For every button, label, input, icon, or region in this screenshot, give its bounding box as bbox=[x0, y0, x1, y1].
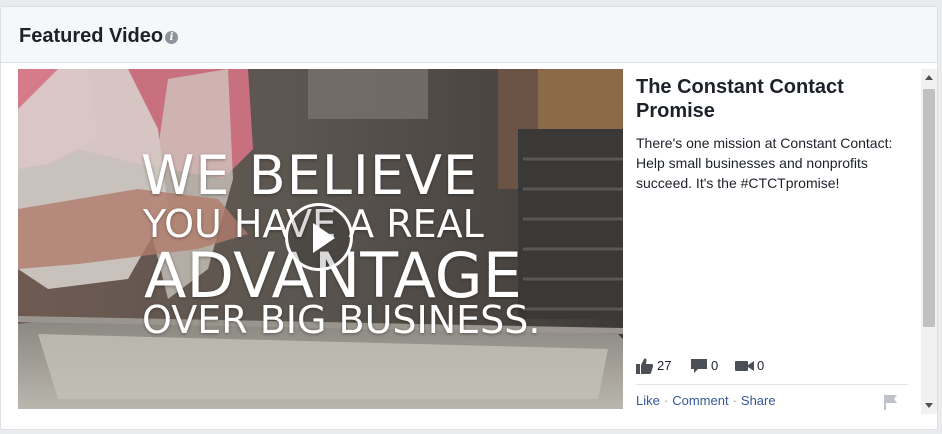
overlay-line-1: WE BELIEVE bbox=[141, 144, 479, 207]
comment-link[interactable]: Comment bbox=[672, 393, 728, 408]
video-camera-icon bbox=[735, 361, 754, 371]
view-count-value: 0 bbox=[757, 358, 765, 373]
scroll-up-arrow-icon[interactable] bbox=[921, 69, 937, 86]
card-title: Featured Video bbox=[19, 25, 164, 47]
overlay-line-4: OVER BIG BUSINESS. bbox=[142, 298, 541, 342]
view-count[interactable]: 0 bbox=[735, 357, 769, 375]
like-count-value: 27 bbox=[657, 358, 672, 373]
video-title[interactable]: The Constant Contact Promise bbox=[636, 75, 906, 123]
scroll-down-arrow-icon[interactable] bbox=[921, 397, 937, 414]
separator: · bbox=[663, 393, 669, 408]
video-player[interactable]: WE BELIEVE YOU HAVE A REAL ADVANTAGE OVE… bbox=[18, 69, 623, 409]
flag-icon[interactable] bbox=[883, 394, 899, 410]
video-description: There's one mission at Constant Contact:… bbox=[636, 135, 893, 191]
play-icon bbox=[313, 223, 335, 253]
info-icon[interactable]: i bbox=[165, 31, 178, 44]
comment-count-value: 0 bbox=[711, 358, 719, 373]
share-link[interactable]: Share bbox=[741, 393, 776, 408]
video-details: The Constant Contact Promise There's one… bbox=[636, 69, 908, 410]
thumbs-up-icon bbox=[636, 358, 654, 374]
card-header: Featured Video i bbox=[1, 7, 937, 63]
action-links: Like · Comment · Share bbox=[636, 393, 776, 408]
like-link[interactable]: Like bbox=[636, 393, 660, 408]
separator: · bbox=[732, 393, 737, 408]
scrollbar-thumb[interactable] bbox=[923, 89, 935, 327]
play-button[interactable] bbox=[285, 203, 353, 271]
scrollbar[interactable] bbox=[921, 69, 937, 414]
divider bbox=[636, 384, 908, 385]
like-count[interactable]: 27 bbox=[636, 357, 676, 375]
comment-count[interactable]: 0 bbox=[691, 357, 723, 375]
comment-icon bbox=[691, 359, 707, 373]
